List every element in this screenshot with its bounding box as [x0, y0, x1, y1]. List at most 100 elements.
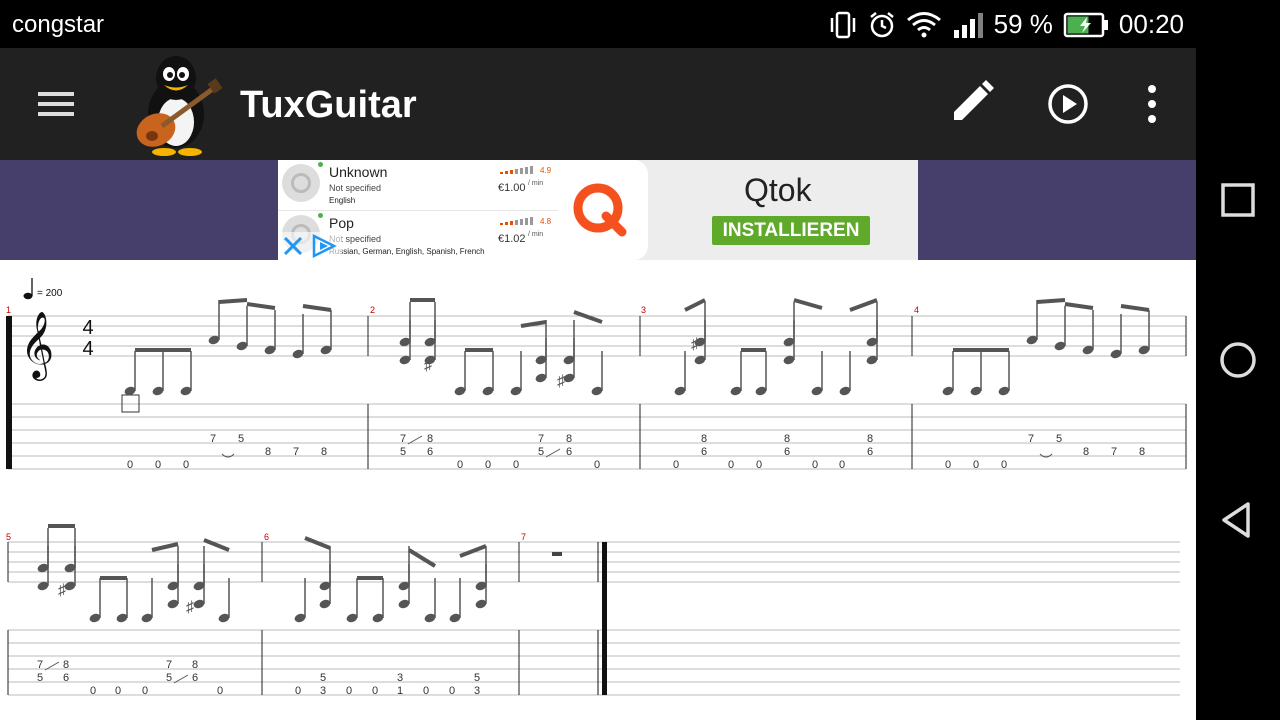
ad-item-price: €1.02	[498, 233, 526, 245]
ad-brand-name: Qtok	[744, 172, 812, 208]
back-icon[interactable]	[1210, 492, 1266, 548]
tab-number: 5	[1056, 433, 1062, 445]
tab-number: 0	[839, 459, 845, 471]
navigation-bar	[1196, 0, 1280, 720]
sharp-icon: ♯	[557, 373, 565, 390]
battery-percent: 59 %	[993, 9, 1053, 39]
signal-icon	[953, 12, 983, 38]
tab-number: 8	[427, 433, 433, 445]
tablature-score[interactable]: = 200𝄞 441 2 3 4♯♯♯0 0 07 58 7 87 85 60 0 05 67 80 0860 0…	[0, 260, 1196, 720]
treble-clef-icon: 𝄞	[20, 312, 54, 381]
ad-item-rating: 4.8	[540, 217, 552, 226]
tab-number: 0	[346, 685, 352, 697]
tempo-text: = 200	[37, 288, 63, 299]
tab-number: 0	[449, 685, 455, 697]
app-toolbar: TuxGuitar	[0, 48, 1196, 160]
tab-number: 7	[1111, 446, 1117, 458]
tab-number: 3	[320, 685, 326, 697]
vibrate-icon	[830, 11, 855, 38]
app-title: TuxGuitar	[240, 84, 417, 126]
tab-number: 5	[474, 672, 480, 684]
tab-number: 8	[566, 433, 572, 445]
tab-number: 0	[127, 459, 133, 471]
ad-banner[interactable]: Unknown Not specified English 4.9 €1.00 …	[278, 160, 918, 260]
tab-number: 0	[155, 459, 161, 471]
ad-close-icon[interactable]	[278, 232, 342, 260]
time-signature-denominator: 4	[82, 338, 93, 360]
note-beam	[849, 298, 878, 312]
note-beam	[1120, 304, 1150, 312]
note-beam	[684, 298, 706, 312]
note-beam	[459, 544, 487, 558]
tab-number: 5	[37, 672, 43, 684]
tab-number: 0	[295, 685, 301, 697]
start-bar	[6, 316, 12, 469]
qtok-logo-icon	[573, 183, 627, 237]
overflow-menu-icon[interactable]	[1124, 76, 1180, 132]
carrier-name: congstar	[12, 11, 105, 38]
tab-number: 6	[701, 446, 707, 458]
tab-number: 0	[1001, 459, 1007, 471]
tab-number: 3	[474, 685, 480, 697]
battery-charging-icon	[1063, 12, 1108, 37]
note-beam	[1064, 302, 1094, 310]
sharp-icon: ♯	[424, 357, 432, 374]
ad-list-item: Unknown Not specified English 4.9 €1.00 …	[278, 160, 558, 210]
ad-item-price: €1.00	[498, 182, 526, 194]
sharp-icon: ♯	[186, 599, 194, 616]
measure-number: 4	[914, 305, 919, 315]
note-beam	[246, 302, 276, 310]
note-beam	[1036, 298, 1066, 304]
ad-item-languages: Russian, German, English, Spanish, Frenc…	[329, 247, 485, 256]
sharp-icon: ♯	[691, 336, 699, 353]
tab-number: 8	[867, 433, 873, 445]
note-beam	[302, 304, 332, 312]
tab-number: 0	[973, 459, 979, 471]
wifi-icon	[906, 11, 941, 37]
tab-number: 0	[372, 685, 378, 697]
score-area[interactable]: = 200 𝄞 4 4 1 2 3 4 ♯ ♯ ♯ 0 0 0 7 5 8 7 8 7 8 5 6 0 0 0 5 6 7 8 0 0 8 6 0 0…	[0, 260, 1196, 720]
tab-number: 6	[192, 672, 198, 684]
menu-icon[interactable]	[30, 82, 82, 126]
tab-number: 7	[538, 433, 544, 445]
tab-number: 6	[566, 446, 572, 458]
tab-number: 8	[321, 446, 327, 458]
tab-number: 8	[63, 659, 69, 671]
status-bar: congstar 59 % 00:20	[0, 0, 1196, 48]
tab-number: 8	[784, 433, 790, 445]
tab-number: 0	[756, 459, 762, 471]
tab-number: 1	[397, 685, 403, 697]
tab-number: 7	[400, 433, 406, 445]
online-dot	[318, 162, 323, 167]
recent-apps-icon[interactable]	[1210, 172, 1266, 228]
play-icon[interactable]	[1040, 76, 1096, 132]
status-icons: 59 % 00:20	[828, 9, 1184, 40]
avatar	[282, 164, 320, 202]
rating-bars-icon	[500, 217, 533, 225]
ad-item-detail: Not specified	[329, 183, 382, 193]
ad-item-rating: 4.9	[540, 166, 552, 175]
tab-number: 0	[812, 459, 818, 471]
rest-icon	[552, 552, 562, 556]
home-icon[interactable]	[1210, 332, 1266, 388]
install-button[interactable]: INSTALLIEREN	[712, 216, 870, 245]
tab-number: 0	[673, 459, 679, 471]
tab-number: 0	[217, 685, 223, 697]
note-beam	[573, 310, 603, 324]
measure-number: 6	[264, 532, 269, 542]
tab-number: 7	[210, 433, 216, 445]
measure-number: 5	[6, 532, 11, 542]
tab-number: 0	[728, 459, 734, 471]
note-beam	[151, 542, 179, 552]
tab-number: 8	[1083, 446, 1089, 458]
ad-item-name: Unknown	[329, 164, 388, 180]
note-beam	[304, 536, 331, 550]
tab-number: 0	[115, 685, 121, 697]
edit-pencil-icon[interactable]	[944, 76, 1000, 132]
tab-number: 5	[166, 672, 172, 684]
tux-guitar-logo	[136, 56, 223, 156]
rating-bars-icon	[500, 166, 533, 174]
tab-number: 0	[594, 459, 600, 471]
tab-number: 7	[1028, 433, 1034, 445]
measure-number: 7	[521, 532, 526, 542]
